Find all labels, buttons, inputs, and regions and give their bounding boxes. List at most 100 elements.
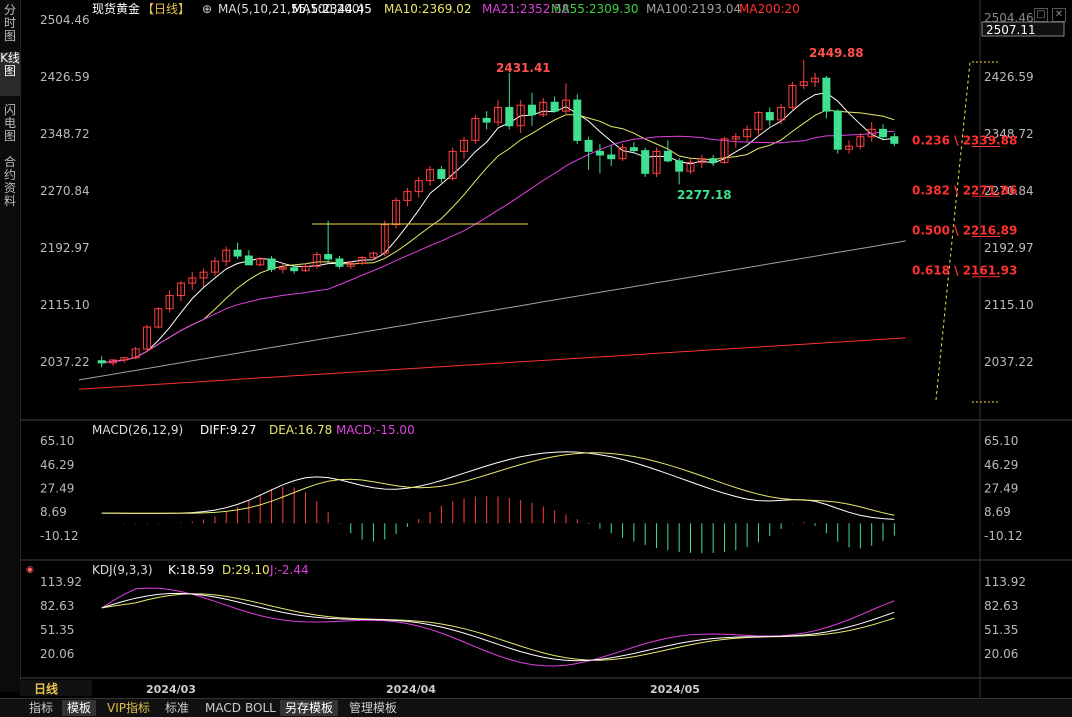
candle xyxy=(709,158,718,163)
y-tick-label-left: 2426.59 xyxy=(40,70,90,84)
kdj-marker-icon: ◉ xyxy=(26,565,34,575)
x-tick-label: 2024/04 xyxy=(386,683,436,696)
x-tick-label: 2024/05 xyxy=(650,683,700,696)
kdj-tick-right: 20.06 xyxy=(984,647,1018,661)
bottom-toolbar: 指标 模板 VIP指标 标准 MACD BOLL 另存模板 管理模板 xyxy=(0,698,1072,717)
period-label: 【日线】 xyxy=(142,2,190,16)
macd-tick-right: -10.12 xyxy=(984,529,1023,543)
kdj-tick-right: 82.63 xyxy=(984,599,1018,613)
macd-tick-left: 8.69 xyxy=(40,505,67,519)
y-tick-label-left: 2037.22 xyxy=(40,355,90,369)
kdj-title: KDJ(9,3,3) xyxy=(92,563,153,577)
tab-template[interactable]: 模板 xyxy=(62,700,97,716)
candle xyxy=(267,258,276,270)
y-tick-label-right: 2037.22 xyxy=(984,355,1034,369)
candle xyxy=(324,254,333,260)
tab-manage-template[interactable]: 管理模板 xyxy=(344,700,402,716)
candle xyxy=(550,101,559,112)
tab-kline[interactable]: K线图 xyxy=(0,52,20,96)
macd-tick-right: 8.69 xyxy=(984,505,1011,519)
ma-line xyxy=(101,92,895,364)
ma-line xyxy=(78,240,906,381)
fib-level-label: 0.618 \ 2161.93 xyxy=(912,264,1017,278)
macd-tick-right: 65.10 xyxy=(984,434,1018,448)
candle xyxy=(879,128,888,138)
kdj-tick-left: 20.06 xyxy=(40,647,74,661)
ma-legend-item: MA5:2344.45 xyxy=(292,2,372,16)
candle xyxy=(584,139,593,152)
period-label-bottom: 日线 xyxy=(34,681,58,696)
annotation-low: 2277.18 xyxy=(677,188,732,202)
kdj-j: J:-2.44 xyxy=(269,563,309,577)
fib-level-label: 0.382 \ 2271.86 xyxy=(912,183,1017,197)
tab-save-template[interactable]: 另存模板 xyxy=(280,700,339,716)
kdj-tick-left: 82.63 xyxy=(40,599,74,613)
macd-tick-left: -10.12 xyxy=(40,529,79,543)
ma-legend-item: MA100:2193.04 xyxy=(646,2,741,16)
tab-flash[interactable]: 闪电图 xyxy=(0,104,20,148)
ma-line xyxy=(78,337,906,390)
candle xyxy=(244,255,253,266)
tab-contract-info[interactable]: 合约资料 xyxy=(0,156,20,212)
candle xyxy=(233,249,242,257)
chart-title: 现货黄金 xyxy=(92,1,140,16)
annotation-high: 2449.88 xyxy=(809,46,864,60)
kdj-tick-right: 113.92 xyxy=(984,575,1026,589)
candle xyxy=(97,360,106,364)
y-tick-label-left: 2115.10 xyxy=(40,298,90,312)
y-tick-label-left: 2504.46 xyxy=(40,13,90,27)
candle xyxy=(335,258,344,267)
tab-standard[interactable]: 标准 xyxy=(160,700,194,716)
chart-canvas[interactable]: 现货黄金 【日线】 ⊕ MA(5,10,21,55,100,200)MA5:2344.… xyxy=(20,0,1072,698)
macd-tick-left: 65.10 xyxy=(40,434,74,448)
tab-boll[interactable]: BOLL xyxy=(240,700,281,716)
current-price-label: 2507.11 xyxy=(986,23,1036,37)
candle xyxy=(482,117,491,123)
candle xyxy=(629,147,638,152)
candle xyxy=(675,160,684,172)
fib-level-label: 0.236 \ 2339.88 xyxy=(912,133,1017,147)
y-tick-label-left: 2192.97 xyxy=(40,241,90,255)
candle xyxy=(595,150,604,156)
candle xyxy=(290,267,299,272)
side-view-tabs: 分时图 K线图 闪电图 合约资料 xyxy=(0,0,21,692)
y-tick-label-right: 2426.59 xyxy=(984,70,1034,84)
kdj-tick-left: 113.92 xyxy=(40,575,82,589)
candle xyxy=(641,150,650,174)
candle xyxy=(833,110,842,150)
kdj-k: K:18.59 xyxy=(168,563,214,577)
candle xyxy=(607,154,616,160)
macd-tick-right: 27.49 xyxy=(984,482,1018,496)
candle xyxy=(765,112,774,121)
tab-indicator[interactable]: 指标 xyxy=(24,700,58,716)
candle xyxy=(437,169,446,179)
ma-legend-item: MA200:20 xyxy=(739,2,800,16)
settings-icon: ⊕ xyxy=(202,2,212,16)
ma-line xyxy=(101,130,895,364)
candle xyxy=(573,99,582,141)
candle xyxy=(890,136,899,144)
kdj-tick-left: 51.35 xyxy=(40,623,74,637)
candle xyxy=(663,150,672,162)
kdj-tick-right: 51.35 xyxy=(984,623,1018,637)
macd-tick-left: 27.49 xyxy=(40,482,74,496)
macd-value: MACD:-15.00 xyxy=(336,423,415,437)
macd-title: MACD(26,12,9) xyxy=(92,423,183,437)
ma-line xyxy=(101,109,895,364)
macd-tick-left: 46.29 xyxy=(40,458,74,472)
y-tick-label-right: 2115.10 xyxy=(984,298,1034,312)
tab-vip-indicator[interactable]: VIP指标 xyxy=(102,700,155,716)
y-tick-label-right: 2192.97 xyxy=(984,241,1034,255)
ma-legend-item: MA55:2309.30 xyxy=(551,2,639,16)
x-tick-label: 2024/03 xyxy=(146,683,196,696)
candle xyxy=(822,77,831,112)
macd-dea: DEA:16.78 xyxy=(269,423,332,437)
fib-level-label: 0.500 \ 2216.89 xyxy=(912,223,1017,237)
y-tick-label-left: 2270.84 xyxy=(40,184,90,198)
macd-tick-right: 46.29 xyxy=(984,458,1018,472)
ma-legend-item: MA10:2369.02 xyxy=(384,2,472,16)
annotation-high: 2431.41 xyxy=(496,61,551,75)
tab-time-sharing[interactable]: 分时图 xyxy=(0,4,20,44)
y-tick-label-left: 2348.72 xyxy=(40,127,90,141)
kdj-line xyxy=(101,587,895,667)
